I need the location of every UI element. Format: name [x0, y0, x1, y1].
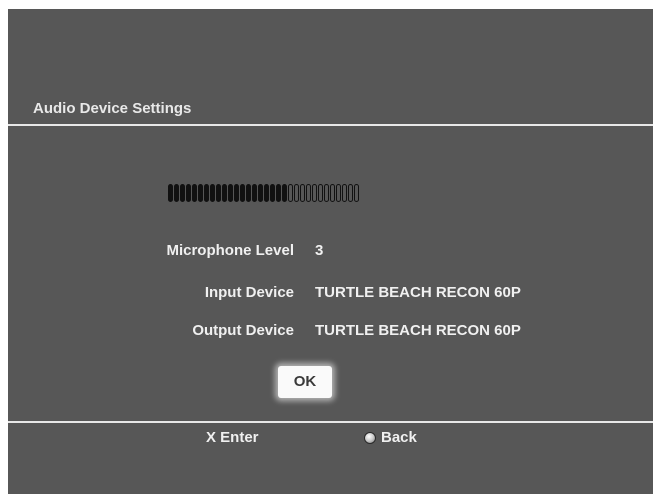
microphone-level-value: 3 — [315, 242, 324, 259]
meter-segment-filled — [222, 184, 227, 202]
meter-segment-filled — [174, 184, 179, 202]
meter-segment-empty — [318, 184, 323, 202]
input-device-label: Input Device — [204, 284, 294, 301]
meter-segment-filled — [192, 184, 197, 202]
meter-segment-filled — [204, 184, 209, 202]
meter-segment-empty — [354, 184, 359, 202]
meter-segment-empty — [336, 184, 341, 202]
output-device-value: TURTLE BEACH RECON 60P — [315, 322, 521, 339]
input-device-row[interactable]: Input Device TURTLE BEACH RECON 60P — [8, 284, 653, 304]
meter-segment-filled — [186, 184, 191, 202]
meter-segment-filled — [180, 184, 185, 202]
page-title: Audio Device Settings — [33, 100, 192, 117]
output-device-label: Output Device — [192, 322, 294, 339]
enter-hint: X Enter — [206, 429, 259, 446]
audio-settings-screen: Audio Device Settings Microphone Level 3… — [8, 9, 653, 494]
output-device-row[interactable]: Output Device TURTLE BEACH RECON 60P — [8, 322, 653, 342]
meter-segment-empty — [288, 184, 293, 202]
input-device-value: TURTLE BEACH RECON 60P — [315, 284, 521, 301]
meter-segment-empty — [306, 184, 311, 202]
microphone-level-meter — [168, 184, 359, 202]
meter-segment-filled — [198, 184, 203, 202]
circle-button-icon — [364, 431, 376, 444]
meter-segment-empty — [330, 184, 335, 202]
meter-segment-empty — [300, 184, 305, 202]
meter-segment-filled — [216, 184, 221, 202]
meter-segment-empty — [324, 184, 329, 202]
footer-divider — [8, 421, 653, 423]
meter-segment-filled — [210, 184, 215, 202]
back-hint[interactable]: Back — [364, 429, 417, 446]
microphone-level-row[interactable]: Microphone Level 3 — [8, 242, 653, 262]
microphone-level-label: Microphone Level — [166, 242, 294, 259]
meter-segment-filled — [240, 184, 245, 202]
meter-segment-filled — [228, 184, 233, 202]
meter-segment-empty — [348, 184, 353, 202]
meter-segment-filled — [264, 184, 269, 202]
ok-button[interactable]: OK — [278, 366, 332, 398]
meter-segment-filled — [270, 184, 275, 202]
header-divider — [8, 124, 653, 126]
meter-segment-filled — [276, 184, 281, 202]
meter-segment-filled — [234, 184, 239, 202]
meter-segment-filled — [258, 184, 263, 202]
meter-segment-filled — [252, 184, 257, 202]
back-label: Back — [381, 429, 417, 446]
meter-segment-filled — [282, 184, 287, 202]
meter-segment-empty — [294, 184, 299, 202]
meter-segment-filled — [168, 184, 173, 202]
meter-segment-empty — [342, 184, 347, 202]
meter-segment-empty — [312, 184, 317, 202]
meter-segment-filled — [246, 184, 251, 202]
